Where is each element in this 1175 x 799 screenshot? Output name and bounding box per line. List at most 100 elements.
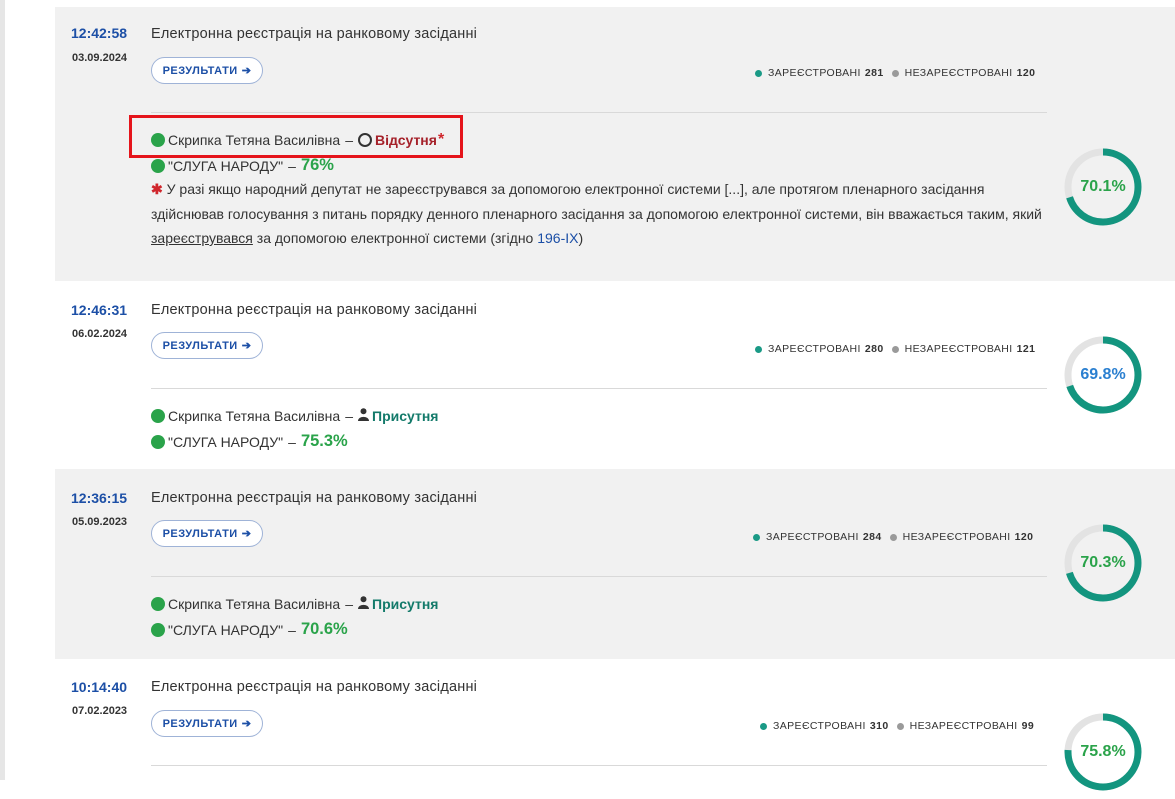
record-time: 10:14:40 bbox=[71, 679, 128, 695]
results-button[interactable]: РЕЗУЛЬТАТИ ➔ bbox=[151, 520, 263, 547]
registered-dot-icon bbox=[755, 69, 762, 77]
deputy-name[interactable]: Скрипка Тетяна Василівна bbox=[168, 596, 340, 612]
note-text: ) bbox=[578, 230, 584, 246]
registered-dot-icon bbox=[760, 722, 767, 730]
registered-label: ЗАРЕЄСТРОВАНІ bbox=[766, 531, 859, 543]
registration-percent: 75.8% bbox=[1080, 743, 1126, 760]
record-title: Електронна реєстрація на ранковому засід… bbox=[151, 679, 478, 695]
registration-list: 12:42:58 03.09.2024 Електронна реєстраці… bbox=[55, 0, 1175, 799]
arrow-right-icon: ➔ bbox=[241, 340, 252, 352]
deputy-name[interactable]: Скрипка Тетяна Василівна bbox=[168, 408, 340, 424]
party-line: "СЛУГА НАРОДУ" – 75.3% bbox=[151, 432, 348, 451]
registered-label: ЗАРЕЄСТРОВАНІ bbox=[773, 720, 866, 732]
unregistered-label: НЕЗАРЕЄСТРОВАНІ bbox=[909, 720, 1018, 732]
registered-dot-icon bbox=[755, 345, 762, 353]
results-button-label: РЕЗУЛЬТАТИ bbox=[162, 527, 238, 540]
unregistered-count: 99 bbox=[1021, 720, 1035, 732]
registration-stats: ЗАРЕЄСТРОВАНІ 310 НЕЗАРЕЄСТРОВАНІ 99 bbox=[760, 720, 1042, 732]
person-icon bbox=[358, 596, 369, 612]
record-time: 12:42:58 bbox=[71, 25, 128, 41]
registration-percent-ring: 69.8% bbox=[1063, 335, 1143, 415]
record-time: 12:46:31 bbox=[71, 302, 128, 318]
party-name[interactable]: "СЛУГА НАРОДУ" bbox=[168, 622, 283, 638]
party-name[interactable]: "СЛУГА НАРОДУ" bbox=[168, 434, 283, 450]
unregistered-dot-icon bbox=[891, 69, 899, 77]
faction-dot-icon bbox=[151, 409, 165, 423]
divider bbox=[151, 765, 1047, 766]
registered-dot-icon bbox=[753, 533, 760, 541]
unregistered-count: 120 bbox=[1016, 67, 1036, 79]
party-line: "СЛУГА НАРОДУ" – 76% bbox=[151, 156, 334, 175]
results-button-label: РЕЗУЛЬТАТИ bbox=[162, 717, 238, 730]
results-button[interactable]: РЕЗУЛЬТАТИ ➔ bbox=[151, 57, 263, 84]
deputy-status-line: Скрипка Тетяна Василівна – Присутня bbox=[151, 596, 438, 612]
results-button-label: РЕЗУЛЬТАТИ bbox=[162, 64, 238, 77]
results-button[interactable]: РЕЗУЛЬТАТИ ➔ bbox=[151, 710, 263, 737]
results-button[interactable]: РЕЗУЛЬТАТИ ➔ bbox=[151, 332, 263, 359]
divider bbox=[151, 388, 1047, 389]
record-date: 05.09.2023 bbox=[72, 516, 128, 528]
party-name[interactable]: "СЛУГА НАРОДУ" bbox=[168, 158, 283, 174]
deputy-status-line: Скрипка Тетяна Василівна – Присутня bbox=[151, 408, 438, 424]
registered-count: 310 bbox=[869, 720, 889, 732]
unregistered-label: НЕЗАРЕЄСТРОВАНІ bbox=[902, 531, 1011, 543]
record-date: 07.02.2023 bbox=[72, 705, 128, 717]
registration-percent-ring: 75.8% bbox=[1063, 712, 1143, 792]
party-percent: 75.3% bbox=[300, 432, 348, 450]
arrow-right-icon: ➔ bbox=[241, 718, 252, 730]
law-link[interactable]: 196-IX bbox=[537, 230, 578, 246]
dash: – bbox=[345, 408, 353, 424]
faction-dot-icon bbox=[151, 597, 165, 611]
registration-record: 12:46:31 06.02.2024 Електронна реєстраці… bbox=[55, 281, 1175, 469]
registration-stats: ЗАРЕЄСТРОВАНІ 281 НЕЗАРЕЄСТРОВАНІ 120 bbox=[755, 67, 1043, 79]
registered-label: ЗАРЕЄСТРОВАНІ bbox=[768, 343, 861, 355]
results-button-label: РЕЗУЛЬТАТИ bbox=[162, 339, 238, 352]
party-dot-icon bbox=[151, 158, 165, 173]
divider bbox=[151, 576, 1047, 577]
note-text: У разі якщо народний депутат не зареєстр… bbox=[151, 181, 1042, 222]
unregistered-dot-icon bbox=[896, 722, 904, 730]
record-title: Електронна реєстрація на ранковому засід… bbox=[151, 26, 478, 42]
arrow-right-icon: ➔ bbox=[241, 528, 252, 540]
party-line: "СЛУГА НАРОДУ" – 70.6% bbox=[151, 620, 348, 639]
registration-record: 10:14:40 07.02.2023 Електронна реєстраці… bbox=[55, 659, 1175, 799]
party-dot-icon bbox=[151, 434, 165, 449]
unregistered-label: НЕЗАРЕЄСТРОВАНІ bbox=[904, 343, 1013, 355]
status-present: Присутня bbox=[372, 408, 439, 424]
dash: – bbox=[288, 433, 296, 450]
person-icon bbox=[358, 408, 369, 424]
registered-count: 281 bbox=[864, 67, 884, 79]
dash: – bbox=[345, 596, 353, 612]
unregistered-count: 120 bbox=[1014, 531, 1034, 543]
note-text: за допомогою електронної системи (згідно bbox=[252, 230, 538, 246]
party-dot-icon bbox=[151, 622, 165, 637]
unregistered-dot-icon bbox=[891, 345, 899, 353]
highlight-box bbox=[129, 115, 463, 158]
page-left-edge bbox=[0, 0, 5, 780]
registration-percent: 70.3% bbox=[1080, 554, 1126, 571]
registration-stats: ЗАРЕЄСТРОВАНІ 280 НЕЗАРЕЄСТРОВАНІ 121 bbox=[755, 343, 1043, 355]
registered-count: 284 bbox=[862, 531, 882, 543]
record-title: Електронна реєстрація на ранковому засід… bbox=[151, 490, 478, 506]
dash: – bbox=[288, 621, 296, 638]
party-percent: 76% bbox=[300, 156, 334, 174]
registration-record: 12:36:15 05.09.2023 Електронна реєстраці… bbox=[55, 469, 1175, 659]
registered-label: ЗАРЕЄСТРОВАНІ bbox=[768, 67, 861, 79]
unregistered-count: 121 bbox=[1016, 343, 1036, 355]
registration-stats: ЗАРЕЄСТРОВАНІ 284 НЕЗАРЕЄСТРОВАНІ 120 bbox=[753, 531, 1041, 543]
record-date: 03.09.2024 bbox=[72, 52, 128, 64]
registration-percent-ring: 70.1% bbox=[1063, 147, 1143, 227]
divider bbox=[151, 112, 1047, 113]
record-date: 06.02.2024 bbox=[72, 328, 128, 340]
status-present: Присутня bbox=[372, 596, 439, 612]
unregistered-label: НЕЗАРЕЄСТРОВАНІ bbox=[904, 67, 1013, 79]
registered-count: 280 bbox=[864, 343, 884, 355]
registration-note: ✱ У разі якщо народний депутат не зареєс… bbox=[151, 177, 1051, 251]
arrow-right-icon: ➔ bbox=[241, 65, 252, 77]
unregistered-dot-icon bbox=[889, 533, 897, 541]
party-percent: 70.6% bbox=[300, 620, 348, 638]
registration-percent: 70.1% bbox=[1080, 178, 1126, 195]
record-time: 12:36:15 bbox=[71, 490, 128, 506]
registration-percent: 69.8% bbox=[1080, 366, 1126, 383]
note-underlined-word: зареєструвався bbox=[151, 230, 253, 246]
